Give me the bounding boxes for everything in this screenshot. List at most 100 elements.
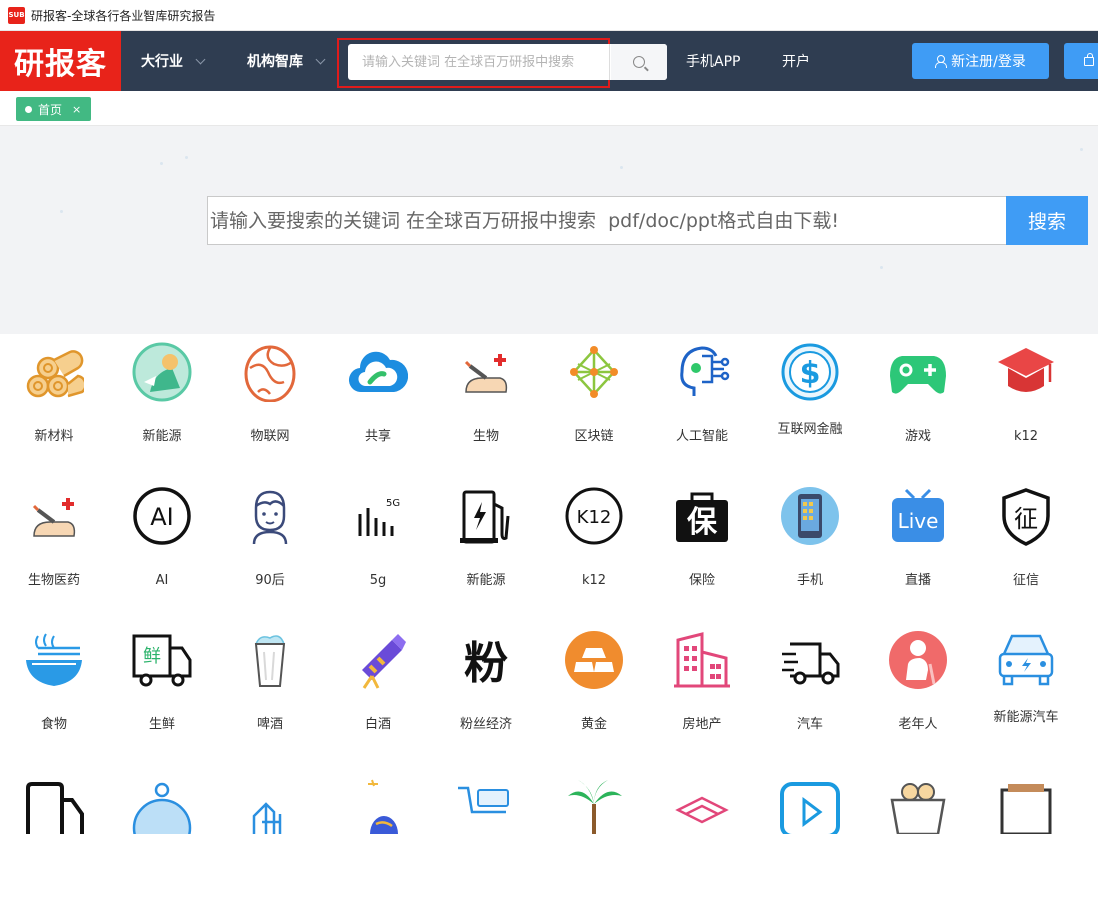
category-item[interactable] bbox=[432, 766, 540, 910]
category-label: 生鲜 bbox=[148, 717, 175, 732]
category-item[interactable]: 生物医药 bbox=[0, 478, 108, 622]
insurance-bag-icon: 保 bbox=[676, 492, 728, 542]
live-tv-icon: Live bbox=[892, 488, 944, 542]
search-icon bbox=[633, 56, 645, 68]
chevron-down-icon bbox=[315, 54, 326, 64]
nav-institutions[interactable]: 机构智库 bbox=[247, 31, 326, 91]
svg-text:保: 保 bbox=[687, 505, 718, 540]
category-item[interactable]: 新能源 bbox=[108, 334, 216, 478]
category-item[interactable] bbox=[756, 766, 864, 910]
category-label: k12 bbox=[581, 573, 607, 588]
category-item[interactable]: 新材料 bbox=[0, 334, 108, 478]
category-label: 区块链 bbox=[574, 429, 614, 444]
category-label: 生物医药 bbox=[27, 573, 80, 588]
category-label: 汽车 bbox=[796, 717, 823, 732]
category-item[interactable]: 鲜 生鲜 bbox=[108, 622, 216, 766]
category-label: 啤酒 bbox=[256, 717, 283, 732]
syringe-icon bbox=[32, 498, 76, 537]
category-item[interactable] bbox=[540, 766, 648, 910]
brand-logo[interactable]: 研报客 bbox=[0, 31, 121, 91]
category-item[interactable]: K12 k12 bbox=[540, 478, 648, 622]
category-label: 5g bbox=[369, 573, 387, 588]
nav-mobile-app[interactable]: 手机APP bbox=[686, 31, 740, 91]
category-item[interactable]: 共享 bbox=[324, 334, 432, 478]
palm-tree-icon bbox=[568, 780, 622, 834]
category-item[interactable]: 粉 粉丝经济 bbox=[432, 622, 540, 766]
category-grid: 新材料 新能源 物联网 共享 生物 区块链 人工智能 $ 互联网金融 游戏 k1… bbox=[0, 334, 1098, 834]
register-login-label: 新注册/登录 bbox=[951, 54, 1026, 70]
category-label: 手机 bbox=[796, 573, 823, 588]
header-search bbox=[348, 44, 667, 80]
category-item[interactable]: $ 互联网金融 bbox=[756, 334, 864, 478]
svg-text:Live: Live bbox=[898, 509, 939, 533]
category-item[interactable]: Live 直播 bbox=[864, 478, 972, 622]
svg-text:征: 征 bbox=[1014, 505, 1038, 533]
charging-station-icon bbox=[460, 490, 510, 544]
category-item[interactable]: 新能源汽车 bbox=[972, 622, 1080, 766]
category-item[interactable]: 保 保险 bbox=[648, 478, 756, 622]
nav-open-account[interactable]: 开户 bbox=[782, 31, 810, 91]
category-item[interactable]: 区块链 bbox=[540, 334, 648, 478]
header-search-button[interactable] bbox=[611, 44, 667, 80]
category-item[interactable]: 90后 bbox=[216, 478, 324, 622]
close-icon[interactable]: × bbox=[72, 103, 81, 116]
tab-home[interactable]: 首页 × bbox=[16, 97, 91, 121]
rolls-icon bbox=[26, 350, 84, 398]
category-item[interactable] bbox=[324, 766, 432, 910]
category-label: 新材料 bbox=[34, 429, 74, 444]
fans-icon: 粉 bbox=[464, 638, 508, 689]
phone-icon bbox=[781, 487, 839, 545]
category-item[interactable]: 老年人 bbox=[864, 622, 972, 766]
hero-search-box bbox=[207, 196, 1007, 245]
fresh-truck-icon: 鲜 bbox=[132, 634, 192, 687]
category-item[interactable] bbox=[972, 766, 1080, 910]
delivery-box-icon bbox=[26, 782, 84, 834]
category-item[interactable]: 食物 bbox=[0, 622, 108, 766]
cloud-icon bbox=[349, 351, 408, 393]
svg-text:$: $ bbox=[800, 356, 821, 391]
category-item[interactable]: 黄金 bbox=[540, 622, 648, 766]
hero-search-input[interactable] bbox=[208, 197, 1006, 244]
category-item[interactable]: 白酒 bbox=[324, 622, 432, 766]
building-icon bbox=[674, 632, 730, 688]
category-item[interactable]: 游戏 bbox=[864, 334, 972, 478]
category-item[interactable]: 人工智能 bbox=[648, 334, 756, 478]
category-item[interactable]: 新能源 bbox=[432, 478, 540, 622]
window-titlebar: SUB 研报客-全球各行各业智库研究报告 bbox=[0, 0, 1098, 31]
hero-search-button[interactable]: 搜索 bbox=[1006, 196, 1088, 245]
decoration-dot bbox=[60, 210, 63, 213]
category-item[interactable]: 汽车 bbox=[756, 622, 864, 766]
category-item[interactable]: k12 bbox=[972, 334, 1080, 478]
svg-text:粉: 粉 bbox=[464, 638, 508, 689]
nav-industry[interactable]: 大行业 bbox=[141, 31, 206, 91]
category-item[interactable] bbox=[108, 766, 216, 910]
cart-button[interactable] bbox=[1064, 43, 1098, 79]
category-item[interactable]: 5G 5g bbox=[324, 478, 432, 622]
gem-icon bbox=[675, 796, 729, 824]
category-label: k12 bbox=[1013, 429, 1039, 444]
category-label: 人工智能 bbox=[675, 429, 728, 444]
category-item[interactable] bbox=[864, 766, 972, 910]
category-item[interactable]: 物联网 bbox=[216, 334, 324, 478]
category-item[interactable] bbox=[0, 766, 108, 910]
category-item[interactable]: AI AI bbox=[108, 478, 216, 622]
category-item[interactable]: 房地产 bbox=[648, 622, 756, 766]
tab-home-label: 首页 bbox=[38, 102, 63, 117]
cabinet-icon bbox=[1000, 784, 1052, 834]
category-label: 房地产 bbox=[682, 717, 722, 732]
globe-egg-icon bbox=[244, 345, 296, 402]
category-item[interactable]: 手机 bbox=[756, 478, 864, 622]
category-label: 黄金 bbox=[580, 717, 607, 732]
category-item[interactable]: 生物 bbox=[432, 334, 540, 478]
category-item[interactable] bbox=[216, 766, 324, 910]
category-item[interactable] bbox=[648, 766, 756, 910]
header-search-input[interactable] bbox=[348, 44, 610, 80]
cart-card-icon bbox=[458, 786, 509, 814]
category-item[interactable]: 啤酒 bbox=[216, 622, 324, 766]
register-login-button[interactable]: 新注册/登录 bbox=[912, 43, 1049, 79]
decoration-dot bbox=[620, 166, 623, 169]
hero-search-section: 搜索 bbox=[0, 126, 1098, 334]
category-label: 新能源汽车 bbox=[993, 710, 1059, 725]
category-item[interactable]: 征 征信 bbox=[972, 478, 1080, 622]
bowl-icon bbox=[26, 633, 82, 686]
